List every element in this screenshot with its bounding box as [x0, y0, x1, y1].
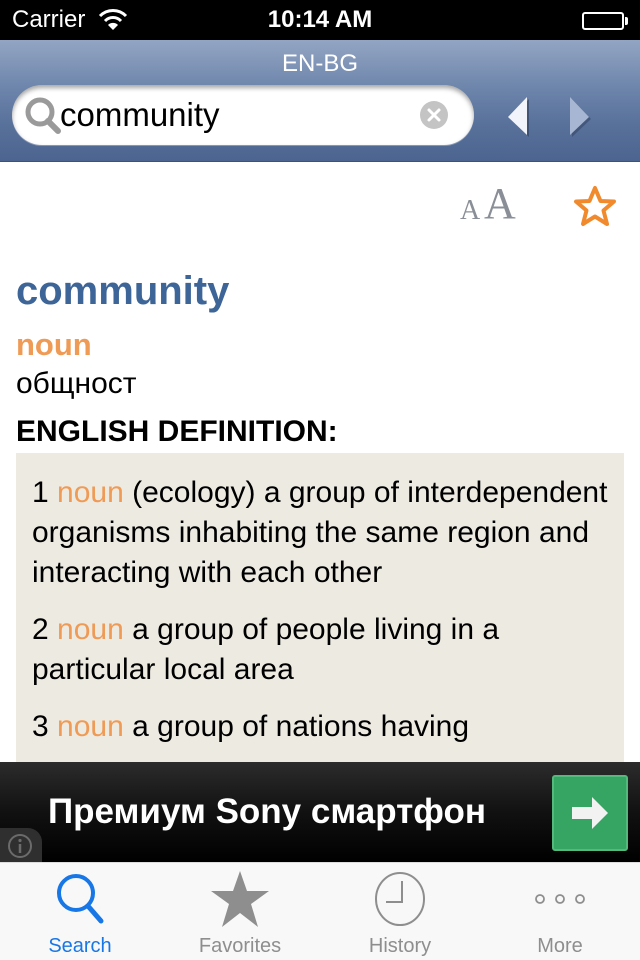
font-size-small-icon: A: [460, 195, 481, 226]
sense-item: 1 noun (ecology) a group of interdepende…: [32, 473, 608, 593]
ad-banner[interactable]: Премиум Sony смартфон: [0, 762, 640, 862]
font-size-large-icon: A: [484, 179, 516, 228]
sense-pos: noun: [57, 613, 124, 646]
clock-icon: [370, 869, 430, 929]
triangle-right-icon: [570, 97, 591, 137]
star-outline-icon: [574, 186, 616, 226]
search-icon: [50, 869, 110, 929]
search-input[interactable]: [60, 91, 420, 139]
tab-search[interactable]: Search: [0, 863, 160, 960]
info-icon: [8, 834, 32, 858]
sense-item: 3 noun a group of nations having: [32, 707, 608, 747]
tab-history[interactable]: History: [320, 863, 480, 960]
dictionary-title: EN-BG: [281, 50, 358, 77]
arrow-right-icon: [572, 797, 608, 829]
tab-label: Search: [48, 935, 112, 957]
definition-heading: ENGLISH DEFINITION:: [16, 415, 338, 448]
tab-label: Favorites: [198, 935, 282, 957]
definition-box: 1 noun (ecology) a group of interdepende…: [16, 453, 624, 763]
headword: community: [16, 269, 230, 313]
ad-cta-button[interactable]: [552, 775, 628, 851]
more-dots-icon: [530, 869, 590, 929]
part-of-speech: noun: [16, 327, 92, 362]
battery-full-icon: [582, 12, 628, 30]
forward-button[interactable]: [565, 95, 605, 139]
triangle-left-icon: [508, 97, 529, 137]
translation: общност: [16, 367, 137, 400]
tab-more[interactable]: More: [480, 863, 640, 960]
search-icon: [24, 96, 64, 136]
status-bar: Carrier 10:14 AM: [0, 0, 640, 40]
sense-number: 1: [32, 476, 49, 509]
sense-item: 2 noun a group of people living in a par…: [32, 610, 608, 690]
sense-number: 2: [32, 613, 49, 646]
navigation-bar: EN-BG: [0, 40, 640, 162]
clear-icon[interactable]: [420, 101, 448, 129]
sense-pos: noun: [57, 476, 124, 509]
tab-label: More: [537, 935, 583, 957]
ad-text: Премиум Sony смартфон: [48, 792, 486, 831]
search-field[interactable]: [12, 85, 474, 145]
status-time: 10:14 AM: [267, 6, 373, 33]
ad-info-button[interactable]: [0, 828, 42, 862]
font-size-button[interactable]: A A: [458, 179, 520, 229]
star-icon: [210, 869, 270, 929]
tab-favorites[interactable]: Favorites: [160, 863, 320, 960]
sense-text: a group of nations having: [132, 710, 470, 743]
tab-bar: Search Favorites History More: [0, 862, 640, 960]
sense-pos: noun: [57, 710, 124, 743]
entry-content: A A community noun общност ENGLISH DEFIN…: [0, 163, 640, 763]
sense-number: 3: [32, 710, 49, 743]
back-button[interactable]: [505, 95, 545, 139]
tab-label: History: [368, 935, 432, 957]
favorite-button[interactable]: [572, 185, 618, 229]
